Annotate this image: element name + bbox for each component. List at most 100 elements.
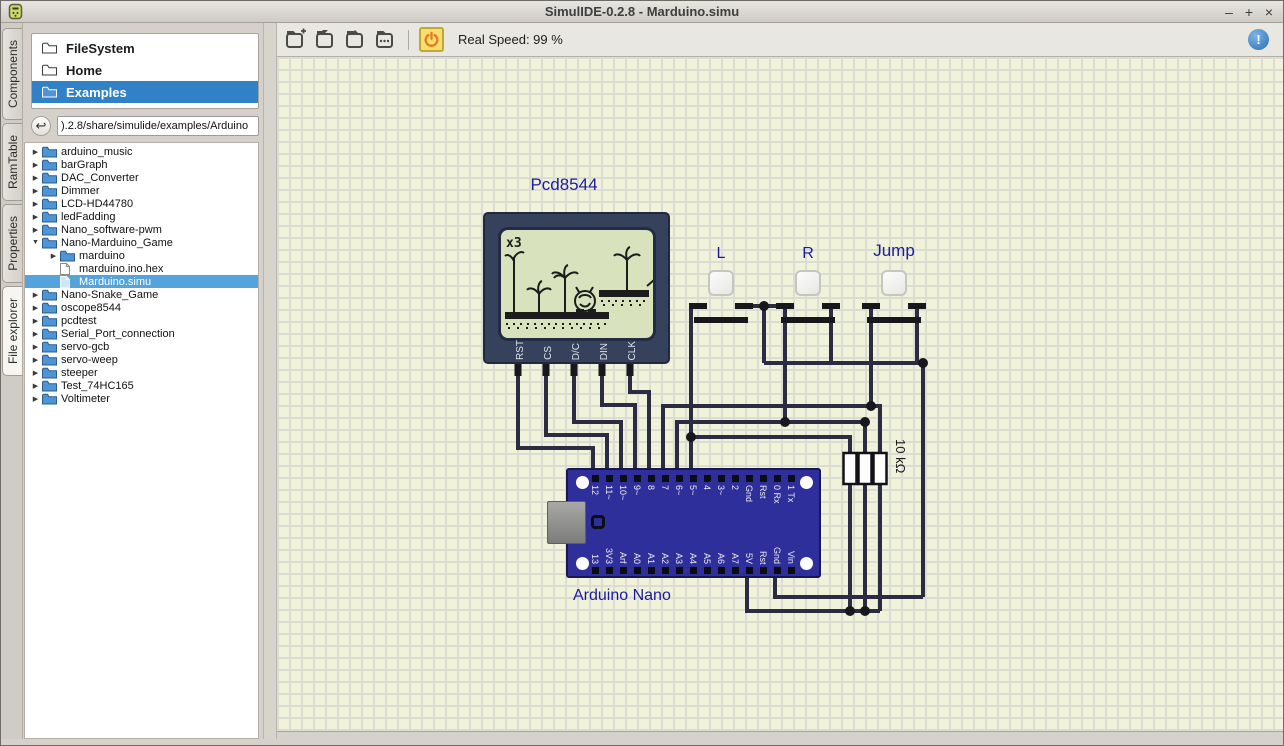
expander-icon[interactable]: ▶ [29,330,42,338]
expander-icon[interactable]: ▶ [29,174,42,182]
info-button[interactable]: ! [1248,29,1269,50]
lcd-pin-rst[interactable]: RST [513,322,527,360]
resistor-pack[interactable] [844,453,887,484]
expander-icon[interactable]: ▶ [29,148,42,156]
pin-pad-a4[interactable] [690,567,697,574]
expander-icon[interactable]: ▶ [29,343,42,351]
tree-item[interactable]: ▶Nano_software-pwm [25,223,258,236]
minimize-button[interactable]: – [1221,4,1237,20]
arduino-nano-board[interactable]: 1211~10~9~876~5~43~2GndRst0 Rx1 Tx133V3A… [566,468,821,578]
pin-pad-5-[interactable] [690,475,697,482]
pin-pad-9-[interactable] [634,475,641,482]
expander-icon[interactable]: ▶ [29,200,42,208]
place-filesystem[interactable]: FileSystem [32,37,258,59]
place-home[interactable]: Home [32,59,258,81]
lcd-pin-clk[interactable]: CLK [625,322,639,360]
tree-item[interactable]: ▶Dimmer [25,184,258,197]
tree-item[interactable]: ▼Nano-Marduino_Game [25,236,258,249]
tree-item[interactable]: ▶servo-gcb [25,340,258,353]
expander-icon[interactable]: ▶ [29,161,42,169]
tab-ramtable[interactable]: RamTable [2,123,22,201]
pin-pad-0-rx[interactable] [774,475,781,482]
tree-item[interactable]: ▶Nano-Snake_Game [25,288,258,301]
expander-icon[interactable]: ▶ [29,304,42,312]
place-examples[interactable]: Examples [32,81,258,103]
tree-item[interactable]: ▶Voltimeter [25,392,258,405]
pin-pad-arf[interactable] [620,567,627,574]
close-button[interactable]: × [1261,4,1277,20]
expander-icon[interactable]: ▶ [29,382,42,390]
tree-item[interactable]: ▶ledFadding [25,210,258,223]
expander-icon[interactable]: ▶ [29,226,42,234]
tree-item[interactable]: Marduino.simu [25,275,258,288]
pin-pad-rst[interactable] [760,567,767,574]
pin-pad-4[interactable] [704,475,711,482]
tree-item[interactable]: ▶servo-weep [25,353,258,366]
pin-pad-8[interactable] [648,475,655,482]
expander-icon[interactable]: ▶ [47,252,60,260]
pin-pad-7[interactable] [662,475,669,482]
tree-item[interactable]: ▶oscope8544 [25,301,258,314]
pin-pad-rst[interactable] [760,475,767,482]
pin-pad-13[interactable] [592,567,599,574]
power-button[interactable] [419,27,444,52]
pushbutton-Jump[interactable] [881,270,907,296]
pin-pad-11-[interactable] [606,475,613,482]
pin-pad-a2[interactable] [662,567,669,574]
expander-icon[interactable]: ▶ [29,317,42,325]
expander-icon[interactable]: ▼ [29,239,42,246]
back-button[interactable]: ↩ [31,116,51,136]
tree-item[interactable]: ▶marduino [25,249,258,262]
maximize-button[interactable]: + [1241,4,1257,20]
new-circuit-button[interactable] [283,27,308,52]
pushbutton-L-symbol[interactable] [689,306,753,320]
pushbutton-R[interactable] [795,270,821,296]
save-circuit-button[interactable] [343,27,368,52]
pin-pad-5v[interactable] [746,567,753,574]
lcd-pin-cs[interactable]: CS [541,322,555,360]
lcd-pin-din[interactable]: DIN [597,322,611,360]
pin-pad-a6[interactable] [718,567,725,574]
pin-pad-12[interactable] [592,475,599,482]
pin-pad-6-[interactable] [676,475,683,482]
pin-pad-a3[interactable] [676,567,683,574]
pin-pad-a5[interactable] [704,567,711,574]
expander-icon[interactable]: ▶ [29,395,42,403]
pin-pad-3-[interactable] [718,475,725,482]
tree-item[interactable]: marduino.ino.hex [25,262,258,275]
tab-file-explorer[interactable]: File explorer [2,286,22,376]
pin-pad-a0[interactable] [634,567,641,574]
canvas-scrollbar[interactable] [263,23,277,739]
pin-pad-2[interactable] [732,475,739,482]
tree-item[interactable]: ▶LCD-HD44780 [25,197,258,210]
tree-item[interactable]: ▶pcdtest [25,314,258,327]
save-as-circuit-button[interactable] [373,27,398,52]
expander-icon[interactable]: ▶ [29,291,42,299]
lcd-pin-d-c[interactable]: D/C [569,322,583,360]
tree-item[interactable]: ▶Serial_Port_connection [25,327,258,340]
tree-item[interactable]: ▶Test_74HC165 [25,379,258,392]
pin-pad-a7[interactable] [732,567,739,574]
pin-pad-gnd[interactable] [746,475,753,482]
tab-components[interactable]: Components [2,28,22,120]
expander-icon[interactable]: ▶ [29,213,42,221]
circuit-canvas[interactable]: Pcd8544 x3 [277,57,1283,731]
tree-item[interactable]: ▶DAC_Converter [25,171,258,184]
expander-icon[interactable]: ▶ [29,187,42,195]
pin-pad-gnd[interactable] [774,567,781,574]
pcd8544-lcd[interactable]: x3 [483,212,670,364]
tree-item[interactable]: ▶arduino_music [25,145,258,158]
pin-pad-a1[interactable] [648,567,655,574]
pin-pad-10-[interactable] [620,475,627,482]
open-circuit-button[interactable] [313,27,338,52]
pin-pad-vin[interactable] [788,567,795,574]
pin-pad-3v3[interactable] [606,567,613,574]
path-input[interactable] [57,116,259,136]
pushbutton-L[interactable] [708,270,734,296]
expander-icon[interactable]: ▶ [29,369,42,377]
tab-properties[interactable]: Properties [2,204,22,283]
expander-icon[interactable]: ▶ [29,356,42,364]
pin-pad-1-tx[interactable] [788,475,795,482]
tree-item[interactable]: ▶barGraph [25,158,258,171]
tree-item[interactable]: ▶steeper [25,366,258,379]
